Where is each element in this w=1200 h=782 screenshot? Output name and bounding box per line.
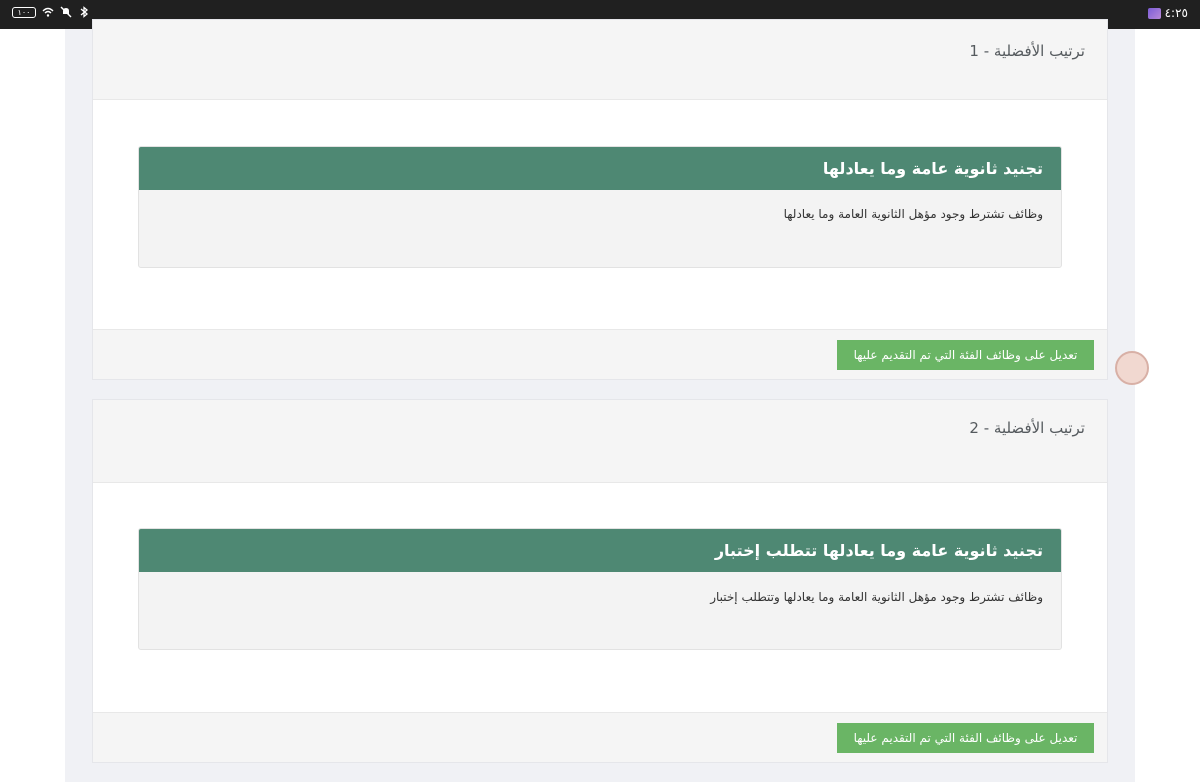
preference-panel: ترتيب الأفضلية - 1 تجنيد ثانوية عامة وما… [92, 19, 1108, 380]
status-right: ٤:٢٥ [1147, 6, 1188, 20]
status-icons-left: ١٠٠ [12, 6, 90, 18]
status-time: ٤:٢٥ [1164, 6, 1188, 20]
category-description: وظائف تشترط وجود مؤهل الثانوية العامة وم… [710, 590, 1043, 604]
edit-category-jobs-button[interactable]: تعديل على وظائف الفئة التي تم التقديم عل… [837, 340, 1094, 370]
job-category-card: تجنيد ثانوية عامة وما يعادلها وظائف تشتر… [138, 146, 1062, 268]
preference-rank-label: ترتيب الأفضلية - 1 [969, 42, 1085, 60]
category-title: تجنيد ثانوية عامة وما يعادلها [822, 159, 1043, 178]
card-header: تجنيد ثانوية عامة وما يعادلها [139, 147, 1061, 190]
preferences-page: ترتيب الأفضلية - 1 تجنيد ثانوية عامة وما… [65, 19, 1149, 782]
preference-rank-label: ترتيب الأفضلية - 2 [969, 419, 1085, 437]
floating-help-widget[interactable] [1115, 351, 1149, 385]
edit-category-jobs-button[interactable]: تعديل على وظائف الفئة التي تم التقديم عل… [837, 723, 1094, 753]
preference-panel: ترتيب الأفضلية - 2 تجنيد ثانوية عامة وما… [92, 399, 1108, 763]
panel-footer: تعديل على وظائف الفئة التي تم التقديم عل… [93, 329, 1107, 379]
mute-icon [60, 6, 72, 18]
panel-header: ترتيب الأفضلية - 2 [93, 400, 1107, 483]
app-notification-icon [1147, 7, 1161, 19]
battery-icon: ١٠٠ [12, 6, 36, 18]
bluetooth-icon [80, 6, 89, 18]
card-header: تجنيد ثانوية عامة وما يعادلها تتطلب إختب… [139, 529, 1061, 572]
category-description: وظائف تشترط وجود مؤهل الثانوية العامة وم… [783, 207, 1043, 221]
category-title: تجنيد ثانوية عامة وما يعادلها تتطلب إختب… [714, 541, 1043, 560]
panel-footer: تعديل على وظائف الفئة التي تم التقديم عل… [93, 712, 1107, 762]
panel-header: ترتيب الأفضلية - 1 [93, 20, 1107, 100]
job-category-card: تجنيد ثانوية عامة وما يعادلها تتطلب إختب… [138, 528, 1062, 650]
wifi-icon [42, 7, 54, 17]
